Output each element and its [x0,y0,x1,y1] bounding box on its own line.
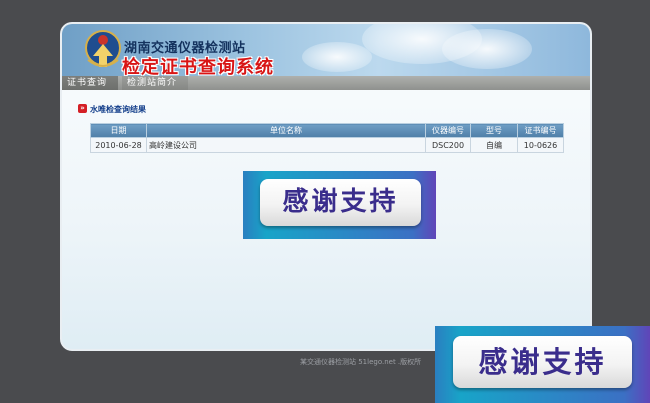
result-table: 日期 单位名称 仪器编号 型号 证书编号 2010-06-28 高岭建设公司 D… [90,123,564,153]
column-header-date: 日期 [90,123,147,138]
result-title-text: 水唯检查询结果 [90,105,146,114]
column-header-company: 单位名称 [146,123,426,138]
tab-bar: 证书查询 检测站简介 [62,76,590,90]
table-header-row: 日期 单位名称 仪器编号 型号 证书编号 [90,123,564,138]
thanks-banner-center: 感谢支持 [243,171,436,239]
table-row[interactable]: 2010-06-28 高岭建设公司 DSC200 自编 10-0626 [90,137,564,153]
footer-copyright: 某交通仪器检测站 51lego.net .版权所 [300,358,422,366]
column-header-instrument-id: 仪器编号 [425,123,471,138]
cell-company: 高岭建设公司 [146,137,426,153]
thanks-banner-text: 感谢支持 [260,179,421,226]
arrow-bullet-icon: » [78,104,87,113]
thanks-banner-corner-text: 感谢支持 [453,336,632,388]
traffic-emblem-icon [79,26,127,74]
tab-certificate-query[interactable]: 证书查询 [62,76,118,90]
thanks-banner-corner: 感谢支持 [435,326,650,403]
cell-date: 2010-06-28 [90,137,147,153]
cell-certificate-id: 10-0626 [517,137,564,153]
column-header-model: 型号 [470,123,518,138]
column-header-certificate-id: 证书编号 [517,123,564,138]
cell-instrument-id: DSC200 [425,137,471,153]
cell-model: 自编 [470,137,518,153]
site-header: 湖南交通仪器检测站 检定证书查询系统 [62,24,590,78]
result-title: » 水唯检查询结果 [78,104,146,115]
tab-station-intro[interactable]: 检测站简介 [122,76,188,90]
